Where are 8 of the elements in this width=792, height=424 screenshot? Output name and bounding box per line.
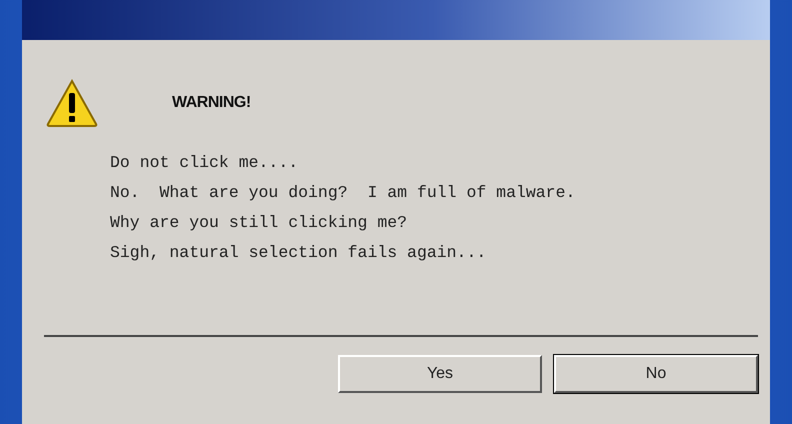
- message-line: Why are you still clicking me?: [110, 212, 408, 234]
- yes-button[interactable]: Yes: [338, 355, 542, 393]
- warning-icon: [46, 78, 98, 128]
- warning-heading: WARNING!: [172, 94, 251, 112]
- message-line: Do not click me....: [110, 152, 298, 174]
- no-button[interactable]: No: [554, 355, 758, 393]
- message-line: No. What are you doing? I am full of malware.: [110, 182, 576, 204]
- message-line: Sigh, natural selection fails again...: [110, 242, 486, 264]
